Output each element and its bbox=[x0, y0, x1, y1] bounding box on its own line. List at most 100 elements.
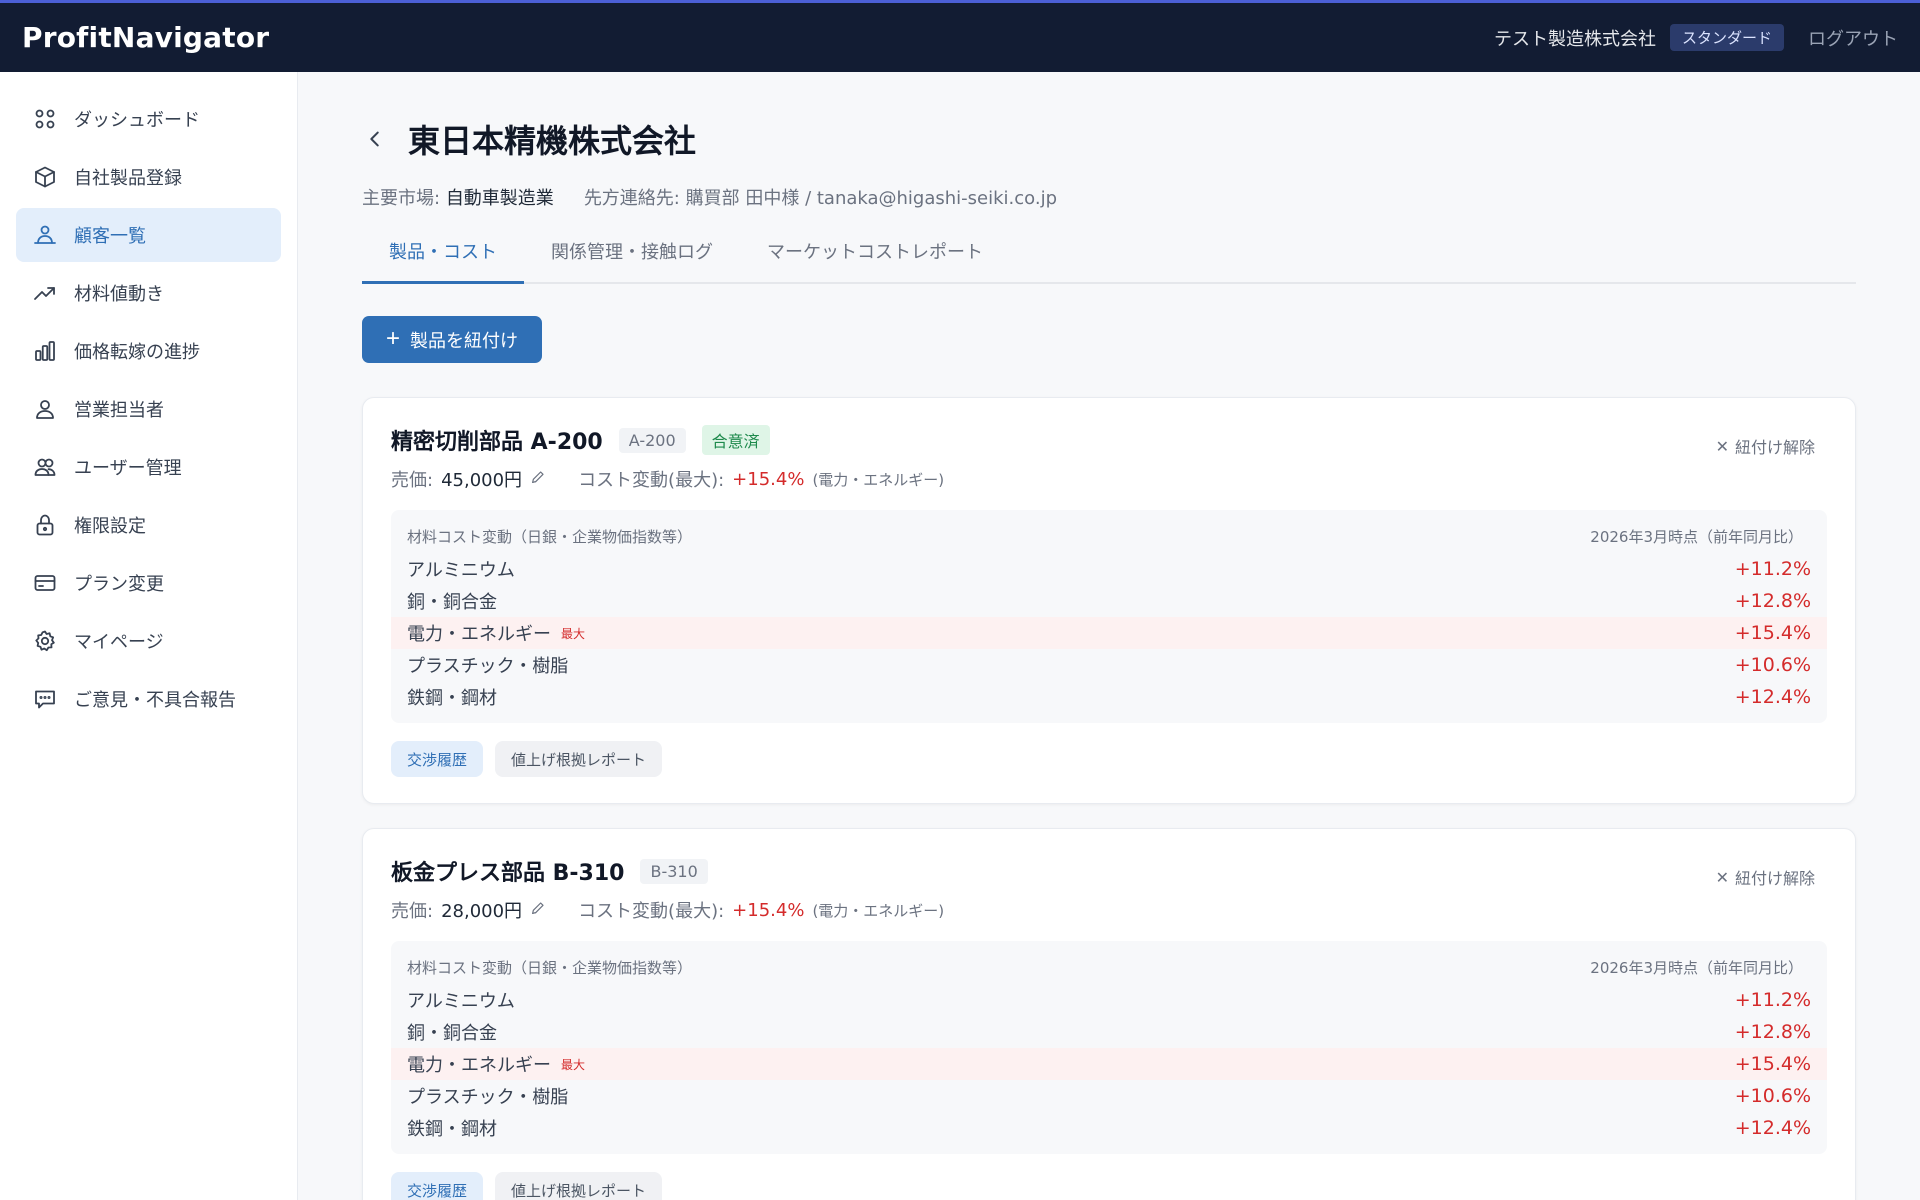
material-row: アルミニウム +11.2% bbox=[407, 553, 1811, 585]
contact-label: 先方連絡先: bbox=[583, 188, 680, 209]
company-name: テスト製造株式会社 bbox=[1493, 28, 1656, 50]
material-row: プラスチック・樹脂 +10.6% bbox=[407, 1080, 1811, 1112]
back-button[interactable] bbox=[362, 126, 388, 152]
title-row: 東日本精機株式会社 bbox=[362, 116, 1856, 162]
top-bar: ProfitNavigator テスト製造株式会社 スタンダード ログアウト bbox=[0, 0, 1920, 72]
sidebar-item-permissions[interactable]: 権限設定 bbox=[16, 498, 281, 552]
material-row: アルミニウム +11.2% bbox=[407, 984, 1811, 1016]
price-report-button[interactable]: 値上げ根拠レポート bbox=[495, 1172, 663, 1200]
tab-products-costs[interactable]: 製品・コスト bbox=[362, 238, 524, 284]
material-row-max: 電力・エネルギー 最大 +15.4% bbox=[391, 617, 1827, 649]
price-report-button[interactable]: 値上げ根拠レポート bbox=[495, 741, 663, 777]
status-badge: 合意済 bbox=[701, 425, 770, 455]
material-table-date: 2026年3月時点（前年同月比） bbox=[1590, 959, 1803, 977]
sidebar-item-label: 自社製品登録 bbox=[74, 168, 182, 189]
box-icon bbox=[32, 164, 58, 190]
sidebar-item-my-page[interactable]: マイページ bbox=[16, 614, 281, 668]
link-product-button[interactable]: + 製品を紐付け bbox=[362, 316, 543, 363]
material-pct: +12.4% bbox=[1734, 686, 1811, 708]
material-cost-table: 材料コスト変動（日銀・企業物価指数等） 2026年3月時点（前年同月比） アルミ… bbox=[391, 941, 1827, 1154]
material-pct: +15.4% bbox=[1734, 622, 1811, 644]
material-name: 電力・エネルギー bbox=[407, 1055, 551, 1076]
sidebar-item-label: 価格転嫁の進捗 bbox=[74, 342, 200, 363]
material-pct: +15.4% bbox=[1734, 1053, 1811, 1075]
material-name: 鉄鋼・鋼材 bbox=[407, 688, 497, 709]
plan-badge: スタンダード bbox=[1669, 24, 1784, 51]
sidebar: ダッシュボード 自社製品登録 顧客一覧 材料値動き 価格転嫁の進捗 営業担当者 … bbox=[0, 72, 298, 1200]
contact-value: 購買部 田中様 / tanaka@higashi-seiki.co.jp bbox=[685, 188, 1058, 209]
material-row: 鉄鋼・鋼材 +12.4% bbox=[407, 1112, 1811, 1144]
material-pct: +11.2% bbox=[1734, 558, 1811, 580]
page-title: 東日本精機株式会社 bbox=[408, 122, 697, 160]
close-icon: ✕ bbox=[1715, 436, 1729, 456]
sidebar-item-plan-change[interactable]: プラン変更 bbox=[16, 556, 281, 610]
price-label: 売価: bbox=[391, 470, 434, 491]
cost-change-label: コスト変動(最大): bbox=[578, 470, 725, 491]
product-card-header: 精密切削部品 A-200 A-200 合意済 bbox=[391, 424, 1827, 456]
sidebar-item-user-management[interactable]: ユーザー管理 bbox=[16, 440, 281, 494]
pencil-icon[interactable] bbox=[530, 469, 546, 490]
cost-change-label: コスト変動(最大): bbox=[578, 901, 725, 922]
sidebar-item-label: 顧客一覧 bbox=[74, 226, 146, 247]
link-product-label: 製品を紐付け bbox=[410, 330, 519, 351]
price-row: 売価: 45,000円 コスト変動(最大): +15.4% (電力・エネルギー) bbox=[391, 466, 1827, 492]
cost-change-value: +15.4% bbox=[732, 899, 805, 921]
max-tag: 最大 bbox=[561, 626, 586, 641]
material-pct: +12.4% bbox=[1734, 1117, 1811, 1139]
lock-icon bbox=[32, 512, 58, 538]
material-name: 銅・銅合金 bbox=[407, 592, 497, 613]
unlink-button[interactable]: ✕ 紐付け解除 bbox=[1716, 434, 1815, 458]
sidebar-item-feedback[interactable]: ご意見・不具合報告 bbox=[16, 672, 281, 726]
material-row: 銅・銅合金 +12.8% bbox=[407, 1016, 1811, 1048]
material-row: プラスチック・樹脂 +10.6% bbox=[407, 649, 1811, 681]
sidebar-item-products[interactable]: 自社製品登録 bbox=[16, 150, 281, 204]
material-cost-table: 材料コスト変動（日銀・企業物価指数等） 2026年3月時点（前年同月比） アルミ… bbox=[391, 510, 1827, 723]
negotiation-history-button[interactable]: 交渉履歴 bbox=[391, 741, 484, 777]
tab-market-cost-report[interactable]: マーケットコストレポート bbox=[740, 238, 1010, 282]
price-label: 売価: bbox=[391, 901, 434, 922]
negotiation-history-button[interactable]: 交渉履歴 bbox=[391, 1172, 484, 1200]
contact-info: 先方連絡先: 購買部 田中様 / tanaka@higashi-seiki.co… bbox=[584, 184, 1057, 210]
tab-bar: 製品・コスト 関係管理・接触ログ マーケットコストレポート bbox=[362, 238, 1856, 284]
material-name: アルミニウム bbox=[407, 560, 515, 581]
sidebar-item-label: 材料値動き bbox=[74, 284, 164, 305]
sidebar-item-label: ご意見・不具合報告 bbox=[74, 690, 236, 711]
max-tag: 最大 bbox=[561, 1057, 586, 1072]
sidebar-item-dashboard[interactable]: ダッシュボード bbox=[16, 92, 281, 146]
unlink-label: 紐付け解除 bbox=[1734, 438, 1815, 457]
sidebar-item-material-trends[interactable]: 材料値動き bbox=[16, 266, 281, 320]
plus-icon: + bbox=[386, 324, 401, 352]
sidebar-item-label: 権限設定 bbox=[74, 516, 146, 537]
material-pct: +12.8% bbox=[1734, 1021, 1811, 1043]
unlink-button[interactable]: ✕ 紐付け解除 bbox=[1716, 865, 1815, 889]
unlink-label: 紐付け解除 bbox=[1734, 869, 1815, 888]
brand-logo[interactable]: ProfitNavigator bbox=[22, 21, 269, 54]
material-name: プラスチック・樹脂 bbox=[407, 1087, 569, 1108]
tab-relationship-log[interactable]: 関係管理・接触ログ bbox=[524, 238, 740, 282]
cost-change-note: (電力・エネルギー) bbox=[812, 470, 945, 489]
material-pct: +11.2% bbox=[1734, 989, 1811, 1011]
cost-change-note: (電力・エネルギー) bbox=[812, 901, 945, 920]
sidebar-item-price-pass-through[interactable]: 価格転嫁の進捗 bbox=[16, 324, 281, 378]
sidebar-item-label: ダッシュボード bbox=[74, 110, 200, 131]
price-value: 45,000円 bbox=[441, 470, 523, 491]
product-card: 板金プレス部品 B-310 B-310 ✕ 紐付け解除 売価: 28,000円 … bbox=[362, 828, 1856, 1200]
credit-card-icon bbox=[32, 570, 58, 596]
pencil-icon[interactable] bbox=[530, 900, 546, 921]
material-row: 鉄鋼・鋼材 +12.4% bbox=[407, 681, 1811, 713]
material-name: 電力・エネルギー bbox=[407, 624, 551, 645]
sidebar-item-sales-reps[interactable]: 営業担当者 bbox=[16, 382, 281, 436]
sidebar-item-label: 営業担当者 bbox=[74, 400, 164, 421]
chat-icon bbox=[32, 686, 58, 712]
card-actions: 交渉履歴 値上げ根拠レポート bbox=[391, 1172, 1827, 1200]
customer-meta: 主要市場: 自動車製造業 先方連絡先: 購買部 田中様 / tanaka@hig… bbox=[362, 184, 1856, 210]
sidebar-item-customers[interactable]: 顧客一覧 bbox=[16, 208, 281, 262]
top-right-area: テスト製造株式会社 スタンダード ログアウト bbox=[1494, 24, 1898, 51]
price-row: 売価: 28,000円 コスト変動(最大): +15.4% (電力・エネルギー) bbox=[391, 897, 1827, 923]
market-info: 主要市場: 自動車製造業 bbox=[362, 184, 554, 210]
bar-chart-icon bbox=[32, 338, 58, 364]
logout-link[interactable]: ログアウト bbox=[1808, 25, 1898, 51]
gear-icon bbox=[32, 628, 58, 654]
material-pct: +10.6% bbox=[1734, 1085, 1811, 1107]
users-icon bbox=[32, 454, 58, 480]
